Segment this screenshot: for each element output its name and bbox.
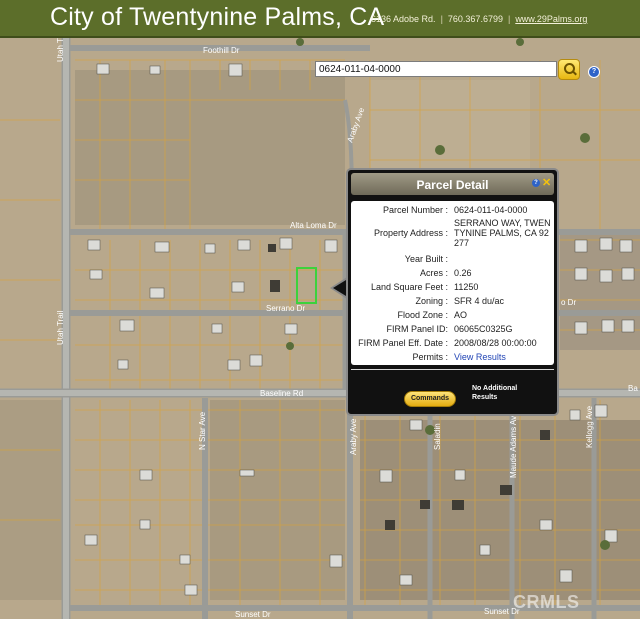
no-additional-results-text: No Additional Results [472, 385, 518, 401]
phone-text: 760.367.6799 [447, 14, 503, 24]
road-label-utah-tr: Utah Tr [56, 38, 65, 62]
residential-area [360, 420, 640, 600]
parcel-search-input[interactable] [315, 61, 557, 77]
field-label: Permits : [412, 352, 448, 362]
field-value: SFR 4 du/ac [454, 296, 505, 306]
field-label: FIRM Panel ID: [386, 324, 448, 334]
parcel-detail-table: Parcel Number : 0624-011-04-0000 Propert… [351, 201, 554, 365]
field-value: 0.26 [454, 268, 472, 278]
road-label-utah-trail: Utah Trail [56, 311, 65, 345]
vacant-land [75, 70, 345, 225]
address-text: 6136 Adobe Rd. [371, 14, 436, 24]
road-label-maude-adams-ave: Maude Adams Ave [509, 411, 518, 478]
popup-title: Parcel Detail [416, 178, 489, 192]
field-value: 06065C0325G [454, 324, 513, 334]
road-label-baseline-rd: Baseline Rd [260, 389, 303, 398]
help-icon[interactable]: ? [588, 66, 600, 78]
field-label: Land Square Feet : [370, 282, 448, 292]
header-bar: City of Twentynine Palms, CA 6136 Adobe … [0, 0, 640, 38]
field-label: Flood Zone : [397, 310, 448, 320]
magnifier-handle [572, 70, 577, 76]
field-label: FIRM Panel Eff. Date : [358, 338, 448, 348]
field-value: 2008/08/28 00:00:00 [454, 338, 537, 348]
search-button[interactable] [558, 59, 580, 80]
field-value: 0624-011-04-0000 [454, 205, 528, 215]
road-label-n-star-ave: N Star Ave [198, 411, 207, 450]
road-label-araby-ave: Araby Ave [349, 418, 358, 455]
vacant-land [0, 400, 65, 600]
field-label: Year Built : [404, 254, 448, 264]
field-value: SERRANO WAY, TWENTYNINE PALMS, CA 92277 [454, 218, 551, 248]
crmls-watermark: CRMLS [513, 592, 580, 612]
website-link[interactable]: www.29Palms.org [515, 14, 587, 24]
road-label-alta-loma-dr: Alta Loma Dr [290, 221, 337, 230]
field-label: Zoning : [415, 296, 448, 306]
road-label-partial: o Dr [561, 298, 576, 307]
popup-pointer-inner [333, 280, 346, 296]
road-label-kellogg-ave: Kellogg Ave [585, 405, 594, 448]
field-label: Parcel Number : [382, 205, 448, 215]
separator: | [507, 14, 511, 24]
field-value: AO [454, 310, 468, 320]
close-icon[interactable]: ✕ [542, 176, 551, 189]
popup-help-icon[interactable]: ? [532, 179, 540, 187]
field-label: Property Address : [373, 228, 448, 238]
road-label-sunset-dr: Sunset Dr [235, 610, 271, 619]
field-label: Acres : [419, 268, 448, 278]
divider [351, 369, 554, 370]
road-label-foothill-dr: Foothill Dr [203, 46, 240, 55]
commands-button[interactable]: Commands [404, 391, 456, 407]
road-label-partial: Ba [628, 384, 638, 393]
city-title: City of Twentynine Palms, CA [50, 3, 385, 31]
field-value: 11250 [454, 282, 479, 292]
road-label-saladin: Saladin [433, 423, 442, 450]
road-label-serrano-dr: Serrano Dr [266, 304, 305, 313]
parcel-detail-popup: Parcel Detail ? ✕ Parcel Number : 0624-0… [346, 168, 559, 416]
popup-header: Parcel Detail ? ✕ [351, 173, 554, 195]
view-results-link[interactable]: View Results [454, 352, 552, 362]
contact-info: 6136 Adobe Rd. | 760.367.6799 | www.29Palms.… [371, 14, 587, 24]
separator: | [440, 14, 443, 24]
